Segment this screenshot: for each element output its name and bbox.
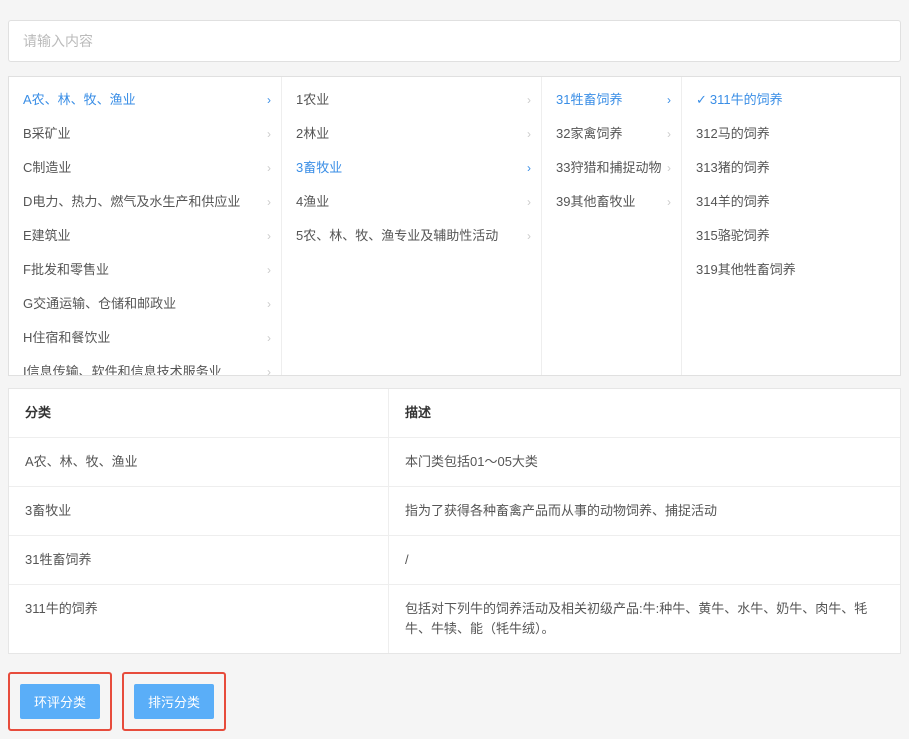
env-classify-button[interactable]: 环评分类 <box>20 684 100 719</box>
cascader-item[interactable]: D电力、热力、燃气及水生产和供应业 › <box>9 185 281 219</box>
chevron-right-icon: › <box>667 193 671 211</box>
cascader-item-label: 1农业 <box>296 91 329 109</box>
button-bar: 环评分类 排污分类 <box>8 672 901 739</box>
cascader-item-label: 315骆驼饲养 <box>696 227 770 245</box>
cascader-item-label: I信息传输、软件和信息技术服务业 <box>23 363 222 375</box>
cascader-item[interactable]: 3畜牧业 › <box>282 151 541 185</box>
cascader-item[interactable]: 2林业 › <box>282 117 541 151</box>
cascader-item[interactable]: 32家禽饲养 › <box>542 117 681 151</box>
cascader-item-label: 313猪的饲养 <box>696 159 770 177</box>
cascader-item[interactable]: 315骆驼饲养 <box>682 219 900 253</box>
cascader-item-label: 33狩猎和捕捉动物 <box>556 159 661 177</box>
chevron-right-icon: › <box>267 295 271 313</box>
chevron-right-icon: › <box>267 159 271 177</box>
cell-description: / <box>389 536 900 584</box>
cascader-item-label: 314羊的饲养 <box>696 193 770 211</box>
cascader-item-label: 32家禽饲养 <box>556 125 622 143</box>
cell-description: 指为了获得各种畜禽产品而从事的动物饲养、捕捉活动 <box>389 487 900 535</box>
table-header-row: 分类 描述 <box>9 389 900 438</box>
cascader-item-label: C制造业 <box>23 159 71 177</box>
table-row: 31牲畜饲养/ <box>9 536 900 585</box>
chevron-right-icon: › <box>267 125 271 143</box>
cascader-item[interactable]: 312马的饲养 <box>682 117 900 151</box>
cascader-item-label: E建筑业 <box>23 227 71 245</box>
cascader-item[interactable]: 39其他畜牧业 › <box>542 185 681 219</box>
cell-category: 3畜牧业 <box>9 487 389 535</box>
chevron-right-icon: › <box>527 125 531 143</box>
top-gap <box>0 0 909 12</box>
cascader-item[interactable]: B采矿业 › <box>9 117 281 151</box>
cascader-item[interactable]: A农、林、牧、渔业 › <box>9 83 281 117</box>
cascader-item-label: 4渔业 <box>296 193 329 211</box>
cascader-item[interactable]: I信息传输、软件和信息技术服务业 › <box>9 355 281 375</box>
search-input[interactable] <box>23 33 886 49</box>
cascader-col-2: 1农业 › 2林业 › 3畜牧业 › 4渔业 › 5农、林、牧、渔专业及辅助性活动 › <box>282 77 542 375</box>
cascader-item[interactable]: 5农、林、牧、渔专业及辅助性活动 › <box>282 219 541 253</box>
cascader-item[interactable]: 314羊的饲养 <box>682 185 900 219</box>
cascader-item-label: 31牲畜饲养 <box>556 91 622 109</box>
cascader-item[interactable]: 4渔业 › <box>282 185 541 219</box>
header-description: 描述 <box>389 389 900 437</box>
cascader-item-label: A农、林、牧、渔业 <box>23 91 136 109</box>
cascader-col-4: ✓311牛的饲养 312马的饲养 313猪的饲养 314羊的饲养 315骆驼饲养 319其… <box>682 77 900 375</box>
chevron-right-icon: › <box>267 227 271 245</box>
header-category: 分类 <box>9 389 389 437</box>
chevron-right-icon: › <box>527 91 531 109</box>
cascader-item-label: 3畜牧业 <box>296 159 342 177</box>
chevron-right-icon: › <box>667 159 671 177</box>
category-cascader: A农、林、牧、渔业›B采矿业›C制造业›D电力、热力、燃气及水生产和供应业›E建… <box>8 76 901 376</box>
cascader-item[interactable]: 1农业 › <box>282 83 541 117</box>
highlight-box-emit: 排污分类 <box>122 672 226 731</box>
cell-description: 本门类包括01～05大类 <box>389 438 900 486</box>
cascader-item[interactable]: 31牲畜饲养 › <box>542 83 681 117</box>
cascader-col-1: A农、林、牧、渔业›B采矿业›C制造业›D电力、热力、燃气及水生产和供应业›E建… <box>9 77 282 375</box>
cascader-item-label: D电力、热力、燃气及水生产和供应业 <box>23 193 240 211</box>
chevron-right-icon: › <box>527 159 531 177</box>
cascader-item-label: 39其他畜牧业 <box>556 193 635 211</box>
chevron-right-icon: › <box>267 261 271 279</box>
check-icon: ✓ <box>696 91 707 109</box>
cell-description: 包括对下列牛的饲养活动及相关初级产品:牛:种牛、黄牛、水牛、奶牛、肉牛、牦牛、牛… <box>389 585 900 653</box>
cell-category: 311牛的饲养 <box>9 585 389 653</box>
description-table: 分类 描述 A农、林、牧、渔业本门类包括01～05大类3畜牧业指为了获得各种畜禽… <box>8 388 901 654</box>
cascader-item[interactable]: 313猪的饲养 <box>682 151 900 185</box>
chevron-right-icon: › <box>267 363 271 375</box>
chevron-right-icon: › <box>527 193 531 211</box>
cascader-item[interactable]: F批发和零售业 › <box>9 253 281 287</box>
cell-category: 31牲畜饲养 <box>9 536 389 584</box>
table-row: 311牛的饲养包括对下列牛的饲养活动及相关初级产品:牛:种牛、黄牛、水牛、奶牛、… <box>9 585 900 653</box>
emit-classify-button[interactable]: 排污分类 <box>134 684 214 719</box>
cascader-item-label: 2林业 <box>296 125 329 143</box>
cascader-item[interactable]: 319其他牲畜饲养 <box>682 253 900 287</box>
chevron-right-icon: › <box>667 125 671 143</box>
highlight-box-env: 环评分类 <box>8 672 112 731</box>
table-row: A农、林、牧、渔业本门类包括01～05大类 <box>9 438 900 487</box>
table-row: 3畜牧业指为了获得各种畜禽产品而从事的动物饲养、捕捉活动 <box>9 487 900 536</box>
cascader-col-3: 31牲畜饲养 › 32家禽饲养 › 33狩猎和捕捉动物 › 39其他畜牧业 › <box>542 77 682 375</box>
cascader-item-label: G交通运输、仓储和邮政业 <box>23 295 176 313</box>
cascader-item-label: 312马的饲养 <box>696 125 770 143</box>
chevron-right-icon: › <box>527 227 531 245</box>
chevron-right-icon: › <box>667 91 671 109</box>
cascader-item[interactable]: E建筑业 › <box>9 219 281 253</box>
chevron-right-icon: › <box>267 193 271 211</box>
search-box[interactable] <box>8 20 901 62</box>
cascader-item-label: F批发和零售业 <box>23 261 109 279</box>
cascader-item[interactable]: C制造业 › <box>9 151 281 185</box>
cell-category: A农、林、牧、渔业 <box>9 438 389 486</box>
cascader-item[interactable]: ✓311牛的饲养 <box>682 83 900 117</box>
cascader-item-label: B采矿业 <box>23 125 71 143</box>
cascader-item-label: 5农、林、牧、渔专业及辅助性活动 <box>296 227 498 245</box>
cascader-item[interactable]: 33狩猎和捕捉动物 › <box>542 151 681 185</box>
cascader-item[interactable]: G交通运输、仓储和邮政业 › <box>9 287 281 321</box>
cascader-item[interactable]: H住宿和餐饮业 › <box>9 321 281 355</box>
chevron-right-icon: › <box>267 91 271 109</box>
cascader-item-label: 319其他牲畜饲养 <box>696 261 796 279</box>
cascader-item-label: H住宿和餐饮业 <box>23 329 110 347</box>
cascader-item-label: ✓311牛的饲养 <box>696 91 783 109</box>
chevron-right-icon: › <box>267 329 271 347</box>
